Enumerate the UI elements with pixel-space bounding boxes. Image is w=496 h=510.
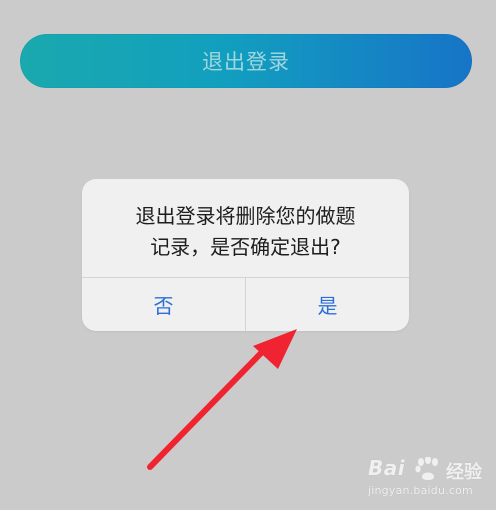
baidu-jingyan-watermark: Bai 经验 jingyan.baidu.com — [368, 456, 486, 502]
paw-icon — [415, 457, 438, 480]
logout-button[interactable]: 退出登录 — [20, 34, 472, 88]
red-arrow-icon — [147, 329, 297, 470]
dialog-message: 退出登录将删除您的做题 记录，是否确定退出? — [82, 201, 409, 263]
watermark-brand: Bai — [368, 456, 406, 480]
logout-button-label: 退出登录 — [202, 50, 290, 74]
cancel-button[interactable]: 否 — [82, 278, 245, 331]
dialog-message-line-2: 记录，是否确定退出? — [150, 235, 341, 259]
watermark-product: 经验 — [446, 462, 482, 483]
confirm-button[interactable]: 是 — [246, 278, 409, 331]
watermark-url: jingyan.baidu.com — [368, 484, 473, 497]
dialog-message-line-1: 退出登录将删除您的做题 — [135, 204, 356, 228]
confirm-dialog: 退出登录将删除您的做题 记录，是否确定退出? 否 是 — [82, 179, 409, 331]
